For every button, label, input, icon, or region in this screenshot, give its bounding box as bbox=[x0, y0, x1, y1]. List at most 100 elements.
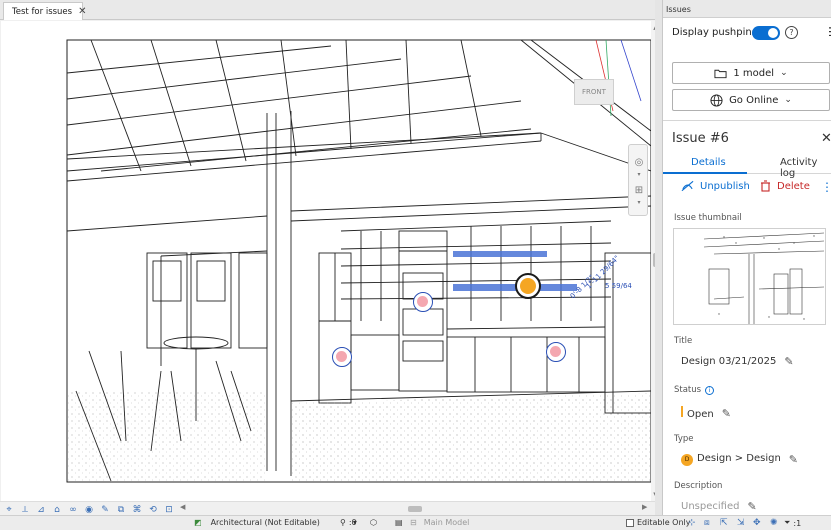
pushpin-issue[interactable] bbox=[332, 347, 352, 367]
worksharing-icon[interactable]: ⟲ bbox=[148, 505, 158, 515]
tab-details[interactable]: Details bbox=[691, 157, 726, 168]
title-field[interactable]: Design 03/21/2025 ✎ bbox=[681, 355, 794, 368]
help-icon[interactable]: ? bbox=[785, 26, 798, 39]
editable-only-label: Editable Only bbox=[637, 518, 691, 527]
globe-icon bbox=[710, 93, 723, 107]
viewcube[interactable]: FRONT bbox=[574, 79, 614, 105]
close-tab-icon[interactable]: ✕ bbox=[78, 6, 86, 17]
worksets-icon[interactable]: ▤ bbox=[395, 518, 403, 527]
view-area: Test for issues ✕ 0'-8 1/2" 1'-11 29/64"… bbox=[0, 0, 662, 530]
measure-tool-icon[interactable]: ⟂ bbox=[20, 505, 30, 515]
unpublish-button[interactable]: Unpublish bbox=[681, 180, 750, 192]
folder-icon bbox=[714, 69, 727, 78]
hide-elements-icon[interactable]: ✎ bbox=[100, 505, 110, 515]
horizontal-scroll-thumb[interactable] bbox=[408, 506, 422, 512]
edit-pencil-icon[interactable]: ✎ bbox=[722, 407, 731, 420]
issues-panel: Issues Display pushpins ? ☰ 1 model ⌄ Go… bbox=[662, 0, 831, 515]
select-underlay-icon[interactable]: ⧈ bbox=[704, 518, 710, 528]
display-pushpins-toggle[interactable] bbox=[752, 26, 780, 40]
model-viewport[interactable]: 0'-8 1/2" 1'-11 29/64" 5 59/64 FRONT ◎ ▾ bbox=[1, 21, 651, 501]
thumbnail-image bbox=[674, 229, 825, 324]
title-value: Design 03/21/2025 bbox=[681, 356, 777, 367]
steering-wheel-icon[interactable]: ◎ bbox=[632, 157, 646, 168]
display-pushpins-label: Display pushpins bbox=[672, 27, 757, 38]
delete-label: Delete bbox=[777, 180, 810, 192]
light-bulb-icon[interactable]: ◉ bbox=[84, 505, 94, 515]
horizontal-scrollbar[interactable]: ◀ ▶ bbox=[180, 503, 650, 513]
status-label-text: Status bbox=[674, 385, 702, 395]
glasses-icon[interactable]: ∞ bbox=[68, 505, 78, 515]
scale-indicator[interactable]: ⚲ :0 bbox=[340, 518, 357, 527]
reveal-icon[interactable]: ⌘ bbox=[132, 505, 142, 515]
nav-chevron-icon[interactable]: ▾ bbox=[632, 171, 646, 178]
view-icon: ◩ bbox=[194, 518, 202, 527]
status-field[interactable]: Open ✎ bbox=[681, 406, 731, 420]
document-tab-title: Test for issues bbox=[12, 6, 73, 17]
go-online-button[interactable]: Go Online ⌄ bbox=[672, 89, 830, 111]
model-selector-label: 1 model bbox=[733, 67, 775, 79]
view-selector[interactable]: ◩ Architectural (Not Editable) ▾ bbox=[194, 518, 357, 527]
pushpin-selected-issue[interactable] bbox=[515, 273, 541, 299]
go-online-label: Go Online bbox=[729, 94, 779, 106]
scroll-right-icon[interactable]: ▶ bbox=[642, 503, 647, 511]
model-indicator[interactable]: ⊟ Main Model bbox=[410, 518, 469, 527]
crop-icon[interactable]: ⊡ bbox=[164, 505, 174, 515]
scroll-left-icon[interactable]: ◀ bbox=[180, 503, 185, 511]
type-value: D Design > Design bbox=[681, 453, 781, 466]
type-badge: D bbox=[681, 454, 693, 466]
background-process-icon[interactable]: ✺ bbox=[770, 518, 778, 528]
view-name: Architectural (Not Editable) bbox=[210, 518, 320, 527]
pushpin-issue[interactable] bbox=[546, 342, 566, 362]
dimension-text-c: 5 59/64 bbox=[605, 282, 632, 290]
navigation-bar[interactable]: ◎ ▾ ⊞ ▾ bbox=[628, 144, 648, 216]
more-options-icon[interactable]: ⋮ bbox=[821, 180, 831, 194]
status-value: Open bbox=[681, 406, 714, 420]
status-field-label: Status i bbox=[674, 385, 715, 395]
select-links-icon[interactable]: ⊹ bbox=[688, 518, 696, 528]
drag-elements-icon[interactable]: ✥ bbox=[753, 518, 761, 528]
description-value: Unspecified bbox=[681, 501, 740, 512]
description-field-label: Description bbox=[674, 481, 723, 491]
temporary-view-icon[interactable]: ⧉ bbox=[116, 505, 126, 515]
issue-actions: Unpublish Delete ⋮ bbox=[663, 180, 831, 196]
type-field[interactable]: D Design > Design ✎ bbox=[681, 453, 798, 466]
zoom-window-icon[interactable]: ⊞ bbox=[632, 185, 646, 196]
dimension-tool-icon[interactable]: ⊿ bbox=[36, 505, 46, 515]
chevron-down-icon: ⌄ bbox=[780, 68, 788, 78]
select-by-face-icon[interactable]: ⇲ bbox=[737, 518, 745, 528]
document-tab[interactable]: Test for issues ✕ bbox=[3, 2, 86, 20]
trash-icon bbox=[761, 180, 770, 192]
issue-title: Issue #6 bbox=[672, 131, 729, 146]
model-icon: ⊟ bbox=[410, 518, 417, 527]
document-tab-bar: Test for issues ✕ bbox=[0, 0, 662, 20]
chevron-down-icon: ⌄ bbox=[784, 95, 792, 105]
nav-chevron-icon[interactable]: ▾ bbox=[632, 199, 646, 206]
filter-indicator[interactable]: ⏷ :1 bbox=[784, 518, 801, 528]
section-tool-icon[interactable]: ⌖ bbox=[4, 505, 14, 515]
home-view-icon[interactable]: ⌂ bbox=[52, 505, 62, 515]
info-icon[interactable]: i bbox=[705, 386, 715, 395]
model-selector-button[interactable]: 1 model ⌄ bbox=[672, 62, 830, 84]
design-options-icon[interactable]: ⬡ bbox=[370, 518, 377, 527]
edit-pencil-icon[interactable]: ✎ bbox=[747, 500, 756, 513]
edit-pencil-icon[interactable]: ✎ bbox=[789, 453, 798, 466]
editable-only-toggle[interactable]: Editable Only bbox=[626, 518, 690, 527]
edit-pencil-icon[interactable]: ✎ bbox=[784, 355, 793, 368]
tab-activity-log[interactable]: Activity log bbox=[780, 157, 831, 179]
issue-tabs: Details Activity log bbox=[663, 154, 831, 179]
filter-count: :1 bbox=[793, 518, 802, 528]
pushpin-issue[interactable] bbox=[413, 292, 433, 312]
view-toolbar: ⌖ ⟂ ⊿ ⌂ ∞ ◉ ✎ ⧉ ⌘ ⟲ ⊡ ◀ ▶ bbox=[0, 501, 662, 515]
delete-button[interactable]: Delete bbox=[760, 180, 810, 192]
close-icon[interactable]: ✕ bbox=[821, 131, 831, 146]
panel-splitter[interactable] bbox=[655, 0, 662, 515]
type-field-label: Type bbox=[674, 434, 694, 444]
select-pinned-icon[interactable]: ⇱ bbox=[720, 518, 728, 528]
title-field-label: Title bbox=[674, 336, 693, 346]
model-name: Main Model bbox=[423, 518, 470, 527]
issue-thumbnail[interactable] bbox=[673, 228, 826, 325]
unpublish-label: Unpublish bbox=[700, 180, 750, 192]
display-pushpins-row: Display pushpins ? ☰ bbox=[672, 25, 831, 41]
active-tab-indicator bbox=[663, 172, 747, 174]
description-field[interactable]: Unspecified ✎ bbox=[681, 500, 757, 513]
